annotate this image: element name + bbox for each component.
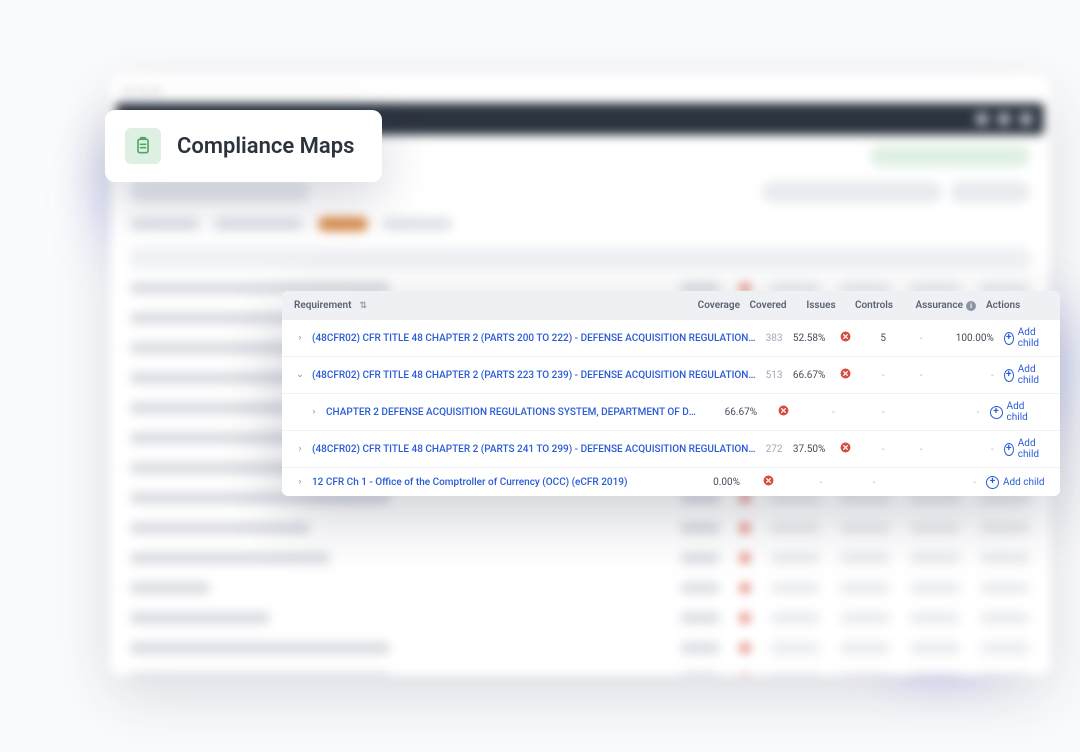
table-header-row: Requirement ⇅ Coverage Covered Issues Co…	[282, 291, 1060, 320]
coverage-value: 37.50%	[783, 444, 826, 455]
add-child-label: Add child	[1018, 364, 1048, 386]
issues-value: -	[810, 407, 857, 418]
clipboard-icon	[125, 128, 161, 164]
assurance-value: -	[941, 370, 994, 381]
issues-value: -	[865, 370, 901, 381]
add-child-label: Add child	[1003, 477, 1045, 488]
requirement-link[interactable]: (48CFR02) CFR TITLE 48 CHAPTER 2 (PARTS …	[312, 370, 760, 381]
plus-icon: +	[986, 476, 999, 489]
add-child-button[interactable]: + Add child	[1004, 438, 1048, 460]
covered-status-icon	[825, 442, 865, 456]
add-child-label: Add child	[1018, 327, 1048, 349]
table-row: ⌄ (48CFR02) CFR TITLE 48 CHAPTER 2 (PARTS…	[282, 357, 1060, 394]
col-header-requirement-label: Requirement	[294, 300, 351, 311]
requirement-count: 513	[766, 370, 783, 381]
issues-value: -	[865, 444, 901, 455]
table-row: › CHAPTER 2 DEFENSE ACQUISITION REGULATIO…	[282, 394, 1060, 431]
covered-status-icon	[825, 368, 865, 382]
chevron-down-icon[interactable]: ⌄	[294, 369, 306, 381]
col-header-requirement[interactable]: Requirement ⇅	[294, 300, 680, 311]
controls-value: -	[901, 333, 941, 344]
requirement-count: 272	[766, 444, 783, 455]
add-child-label: Add child	[1018, 438, 1048, 460]
add-child-label: Add child	[1007, 401, 1048, 423]
issues-value: 5	[865, 333, 901, 344]
issues-value: -	[796, 477, 846, 488]
requirement-link[interactable]: (48CFR02) CFR TITLE 48 CHAPTER 2 (PARTS …	[312, 333, 760, 344]
col-header-assurance[interactable]: Assurance i	[902, 300, 976, 311]
chevron-right-icon[interactable]: ›	[294, 332, 306, 344]
table-row: › 12 CFR Ch 1 - Office of the Comptroller…	[282, 468, 1060, 496]
info-icon: i	[966, 301, 976, 311]
col-header-controls[interactable]: Controls	[846, 300, 902, 311]
plus-icon: +	[1004, 332, 1014, 345]
col-header-assurance-label: Assurance	[915, 300, 963, 311]
controls-value: -	[857, 407, 910, 418]
controls-value: -	[846, 477, 902, 488]
controls-value: -	[901, 370, 941, 381]
add-child-button[interactable]: + Add child	[990, 401, 1048, 423]
col-header-issues[interactable]: Issues	[796, 300, 846, 311]
coverage-value: 66.67%	[701, 407, 758, 418]
table-row: › (48CFR02) CFR TITLE 48 CHAPTER 2 (PARTS…	[282, 431, 1060, 468]
covered-status-icon	[757, 405, 810, 419]
coverage-value: 66.67%	[783, 370, 826, 381]
chevron-right-icon[interactable]: ›	[308, 406, 320, 418]
col-header-actions: Actions	[976, 300, 1048, 311]
requirements-table: Requirement ⇅ Coverage Covered Issues Co…	[282, 291, 1060, 496]
requirement-link[interactable]: CHAPTER 2 DEFENSE ACQUISITION REGULATION…	[326, 407, 701, 418]
add-child-button[interactable]: + Add child	[1004, 364, 1048, 386]
covered-status-icon	[825, 331, 865, 345]
chevron-right-icon[interactable]: ›	[294, 476, 306, 488]
assurance-value: 100.00%	[941, 333, 994, 344]
requirement-count: 383	[766, 333, 783, 344]
requirement-link[interactable]: 12 CFR Ch 1 - Office of the Comptroller …	[312, 477, 627, 488]
plus-icon: +	[1004, 443, 1014, 456]
covered-status-icon	[740, 475, 796, 489]
plus-icon: +	[990, 406, 1003, 419]
sort-icon: ⇅	[359, 301, 367, 311]
col-header-coverage[interactable]: Coverage	[680, 300, 740, 311]
plus-icon: +	[1004, 369, 1014, 382]
chevron-right-icon[interactable]: ›	[294, 443, 306, 455]
coverage-value: 0.00%	[680, 477, 740, 488]
table-row: › (48CFR02) CFR TITLE 48 CHAPTER 2 (PARTS…	[282, 320, 1060, 357]
col-header-covered[interactable]: Covered	[740, 300, 796, 311]
coverage-value: 52.58%	[783, 333, 826, 344]
page-title: Compliance Maps	[177, 134, 354, 159]
requirement-link[interactable]: (48CFR02) CFR TITLE 48 CHAPTER 2 (PARTS …	[312, 444, 760, 455]
assurance-value: -	[910, 407, 980, 418]
assurance-value: -	[941, 444, 994, 455]
controls-value: -	[901, 444, 941, 455]
title-card: Compliance Maps	[105, 110, 382, 182]
assurance-value: -	[902, 477, 976, 488]
add-child-button[interactable]: + Add child	[986, 476, 1045, 489]
add-child-button[interactable]: + Add child	[1004, 327, 1048, 349]
